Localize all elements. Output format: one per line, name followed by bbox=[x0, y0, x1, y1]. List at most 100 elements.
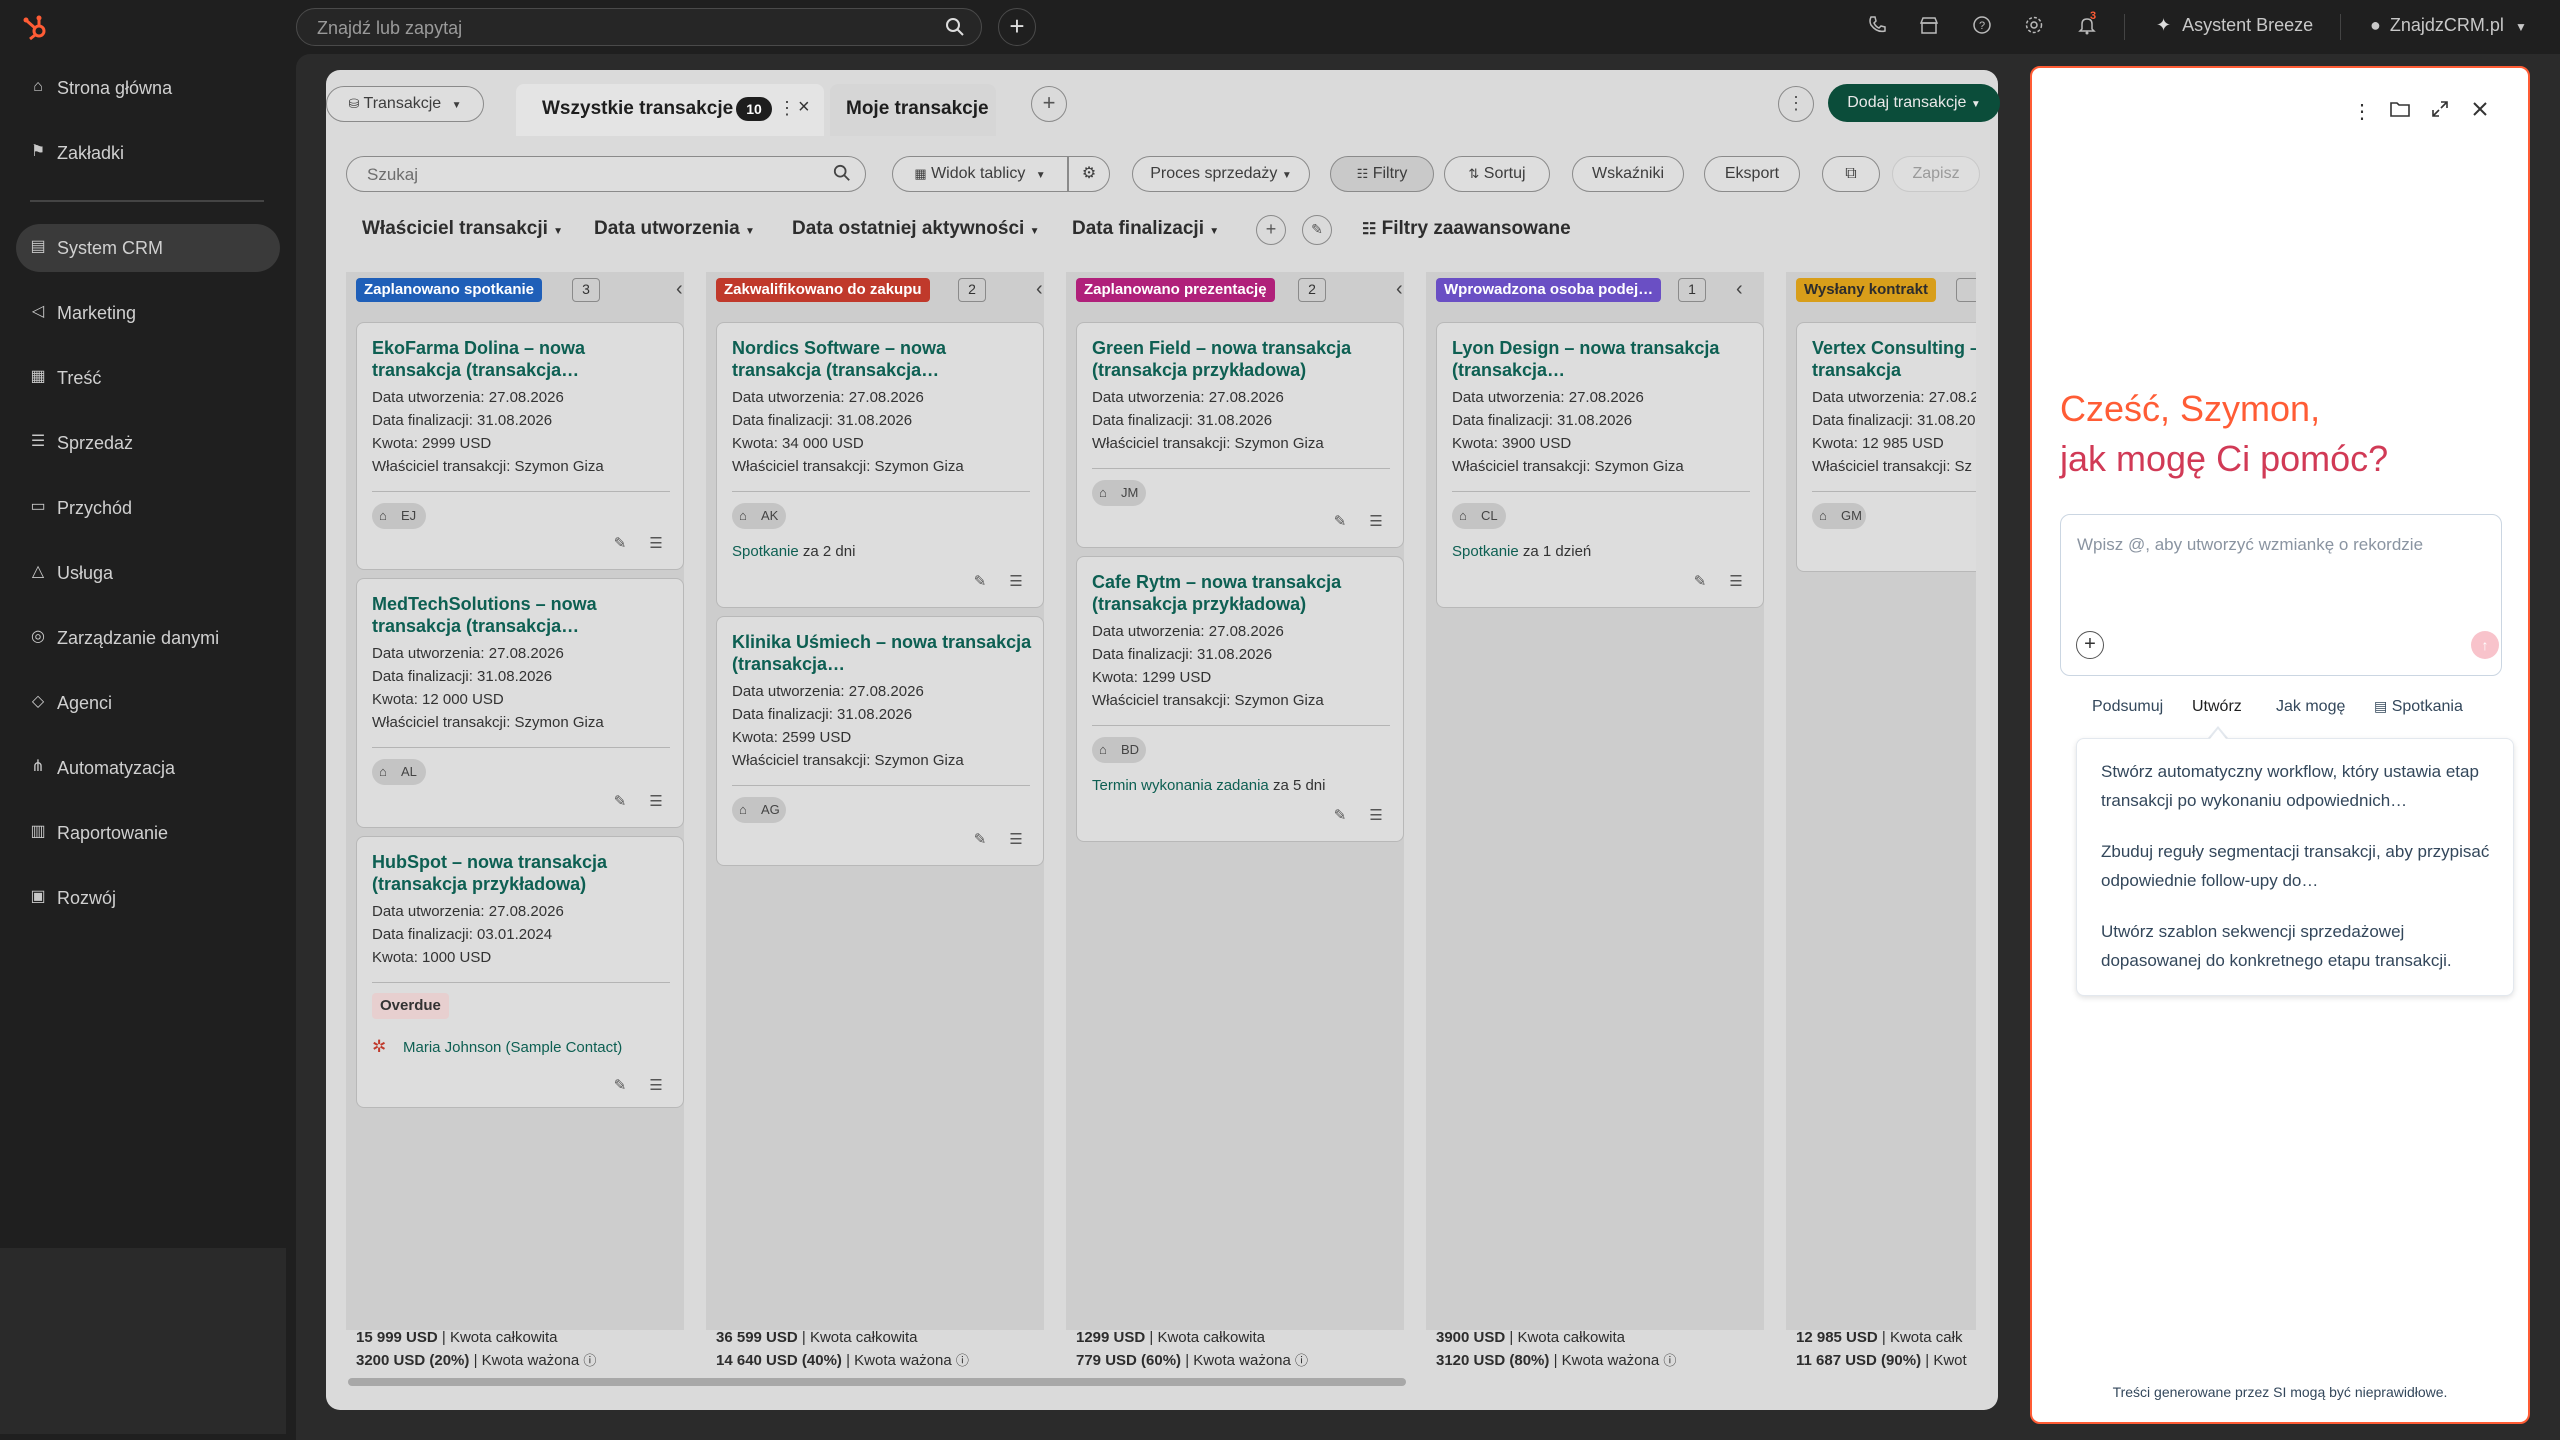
tab-create[interactable]: Utwórz bbox=[2192, 698, 2242, 716]
add-view-button[interactable]: + bbox=[1031, 86, 1067, 122]
expand-icon[interactable] bbox=[2428, 100, 2452, 124]
sidebar-item-automation[interactable]: ⋔ Automatyzacja bbox=[16, 744, 280, 792]
add-filter-button[interactable]: + bbox=[1256, 215, 1286, 245]
task-list-icon[interactable]: ☰ bbox=[647, 793, 665, 811]
hubspot-logo-icon[interactable] bbox=[22, 14, 50, 42]
search-icon[interactable] bbox=[945, 17, 965, 37]
associated-contact-chip[interactable]: ⌂ AL bbox=[372, 759, 426, 785]
more-options-icon[interactable]: ⋮ bbox=[2350, 100, 2374, 124]
deal-title[interactable]: Green Field – nowa transakcja (transakcj… bbox=[1092, 337, 1392, 381]
close-tab-icon[interactable]: × bbox=[798, 96, 810, 119]
sidebar-item-development[interactable]: ▣ Rozwój bbox=[16, 874, 280, 922]
deal-title[interactable]: EkoFarma Dolina – nowa transakcja (trans… bbox=[372, 337, 672, 381]
associated-contact-chip[interactable]: ⌂ GM bbox=[1812, 503, 1866, 529]
suggestion-item[interactable]: Utwórz szablon sekwencji sprzedażowej do… bbox=[2101, 917, 2501, 975]
deal-title[interactable]: Klinika Uśmiech – nowa transakcja (trans… bbox=[732, 631, 1032, 675]
sidebar-item-content[interactable]: ▦ Treść bbox=[16, 354, 280, 402]
sidebar-item-marketing[interactable]: ◁ Marketing bbox=[16, 289, 280, 337]
create-new-button[interactable]: + bbox=[998, 8, 1036, 46]
suggestion-item[interactable]: Zbuduj reguły segmentacji transakcji, ab… bbox=[2101, 837, 2501, 895]
advanced-filters-button[interactable]: ☷ Filtry zaawansowane bbox=[1362, 218, 1571, 240]
info-icon[interactable]: ⓘ bbox=[956, 1353, 969, 1368]
associated-contact-chip[interactable]: ⌂ JM bbox=[1092, 480, 1146, 506]
associated-contact-link[interactable]: Maria Johnson (Sample Contact) bbox=[403, 1039, 622, 1056]
deal-card[interactable]: Nordics Software – nowa transakcja (tran… bbox=[716, 322, 1044, 608]
sidebar-item-reporting[interactable]: ▥ Raportowanie bbox=[16, 809, 280, 857]
close-icon[interactable] bbox=[2468, 100, 2492, 124]
edit-note-icon[interactable]: ✎ bbox=[1691, 573, 1709, 591]
edit-note-icon[interactable]: ✎ bbox=[1331, 807, 1349, 825]
global-search-input[interactable]: Znajdź lub zapytaj bbox=[296, 8, 982, 46]
deal-card[interactable]: Green Field – nowa transakcja (transakcj… bbox=[1076, 322, 1404, 548]
tab-my-deals[interactable]: Moje transakcje bbox=[830, 84, 996, 136]
deal-title[interactable]: Nordics Software – nowa transakcja (tran… bbox=[732, 337, 1032, 381]
deal-title[interactable]: MedTechSolutions – nowa transakcja (tran… bbox=[372, 593, 672, 637]
tab-options-icon[interactable]: ⋮ bbox=[778, 98, 796, 119]
collapse-chevron-left-icon[interactable]: ‹ bbox=[676, 278, 696, 302]
deal-card[interactable]: HubSpot – nowa transakcja (transakcja pr… bbox=[356, 836, 684, 1108]
sidebar-item-agents[interactable]: ◇ Agenci bbox=[16, 679, 280, 727]
collapse-chevron-left-icon[interactable]: ‹ bbox=[1736, 278, 1756, 302]
pipeline-select[interactable]: Proces sprzedaży ▼ bbox=[1132, 156, 1310, 192]
suggestion-item[interactable]: Stwórz automatyczny workflow, który usta… bbox=[2101, 757, 2501, 815]
save-view-button[interactable]: Zapisz bbox=[1892, 156, 1980, 192]
deal-title[interactable]: Cafe Rytm – nowa transakcja (transakcja … bbox=[1092, 571, 1392, 615]
folder-icon[interactable] bbox=[2388, 100, 2412, 124]
sidebar-item-sales[interactable]: ☰ Sprzedaż bbox=[16, 419, 280, 467]
add-deal-button[interactable]: Dodaj transakcje ▼ bbox=[1828, 84, 2000, 122]
associated-contact-chip[interactable]: ⌂ AK bbox=[732, 503, 786, 529]
account-menu[interactable]: ● ZnajdzCRM.pl ▼ bbox=[2370, 15, 2527, 36]
sidebar-item-crm[interactable]: ▤ System CRM bbox=[16, 224, 280, 272]
tab-meetings[interactable]: ▤ Spotkania bbox=[2374, 698, 2463, 716]
settings-gear-icon[interactable] bbox=[2023, 15, 2045, 37]
filter-close-date[interactable]: Data finalizacji ▼ bbox=[1072, 218, 1219, 240]
breeze-prompt-input[interactable]: Wpisz @, aby utworzyć wzmiankę o rekordz… bbox=[2060, 514, 2502, 676]
edit-note-icon[interactable]: ✎ bbox=[611, 535, 629, 553]
attach-plus-icon[interactable]: + bbox=[2076, 631, 2104, 659]
tab-summarize[interactable]: Podsumuj bbox=[2092, 698, 2163, 716]
info-icon[interactable]: ⓘ bbox=[1295, 1353, 1308, 1368]
sidebar-item-service[interactable]: △ Usługa bbox=[16, 549, 280, 597]
board-settings-button[interactable]: ⚙ bbox=[1068, 156, 1110, 192]
edit-note-icon[interactable]: ✎ bbox=[611, 793, 629, 811]
associated-contact-chip[interactable]: ⌂ BD bbox=[1092, 737, 1146, 763]
help-icon[interactable]: ? bbox=[1971, 15, 1993, 37]
task-list-icon[interactable]: ☰ bbox=[1367, 513, 1385, 531]
next-activity[interactable]: Spotkanie za 2 dni bbox=[732, 543, 855, 560]
task-list-icon[interactable]: ☰ bbox=[1007, 573, 1025, 591]
deal-title[interactable]: Lyon Design – nowa transakcja (transakcj… bbox=[1452, 337, 1752, 381]
sidebar-item-data-management[interactable]: ◎ Zarządzanie danymi bbox=[16, 614, 280, 662]
sidebar-item-bookmarks[interactable]: ⚑ Zakładki bbox=[16, 129, 280, 177]
board-search-input[interactable]: Szukaj bbox=[346, 156, 866, 192]
next-activity-link[interactable]: Spotkanie bbox=[732, 543, 799, 560]
filter-owner[interactable]: Właściciel transakcji ▼ bbox=[362, 218, 563, 240]
next-activity[interactable]: Termin wykonania zadania za 5 dni bbox=[1092, 777, 1325, 794]
sort-button[interactable]: ⇅ Sortuj bbox=[1444, 156, 1550, 192]
associated-contact-chip[interactable]: ⌂ AG bbox=[732, 797, 786, 823]
view-type-select[interactable]: ▦ Widok tablicy ▼ bbox=[892, 156, 1068, 192]
search-icon[interactable] bbox=[833, 164, 851, 187]
deal-card[interactable]: Klinika Uśmiech – nowa transakcja (trans… bbox=[716, 616, 1044, 866]
task-list-icon[interactable]: ☰ bbox=[647, 1077, 665, 1095]
deal-title[interactable]: Vertex Consulting – nowa transakcja bbox=[1812, 337, 1976, 381]
phone-icon[interactable] bbox=[1866, 15, 1888, 37]
tab-how-can-i[interactable]: Jak mogę bbox=[2276, 698, 2345, 716]
deal-title[interactable]: HubSpot – nowa transakcja (transakcja pr… bbox=[372, 851, 672, 895]
task-list-icon[interactable]: ☰ bbox=[1007, 831, 1025, 849]
next-activity-link[interactable]: Termin wykonania zadania bbox=[1092, 777, 1269, 794]
next-activity-link[interactable]: Spotkanie bbox=[1452, 543, 1519, 560]
task-list-icon[interactable]: ☰ bbox=[1727, 573, 1745, 591]
send-arrow-icon[interactable]: ↑ bbox=[2471, 631, 2499, 659]
tab-all-deals[interactable]: Wszystkie transakcje 10 ⋮ × bbox=[516, 84, 824, 136]
duplicate-view-button[interactable]: ⧉ bbox=[1822, 156, 1880, 192]
sidebar-item-home[interactable]: ⌂ Strona główna bbox=[16, 64, 280, 112]
deal-card[interactable]: Cafe Rytm – nowa transakcja (transakcja … bbox=[1076, 556, 1404, 842]
filters-button[interactable]: ☷ Filtry bbox=[1330, 156, 1434, 192]
sidebar-item-revenue[interactable]: ▭ Przychód bbox=[16, 484, 280, 532]
marketplace-icon[interactable] bbox=[1918, 15, 1940, 37]
deal-card[interactable]: Vertex Consulting – nowa transakcja Data… bbox=[1796, 322, 1976, 572]
info-icon[interactable]: ⓘ bbox=[1663, 1353, 1676, 1368]
edit-note-icon[interactable]: ✎ bbox=[971, 831, 989, 849]
more-actions-button[interactable]: ⋮ bbox=[1778, 86, 1814, 122]
next-activity[interactable]: Spotkanie za 1 dzień bbox=[1452, 543, 1591, 560]
